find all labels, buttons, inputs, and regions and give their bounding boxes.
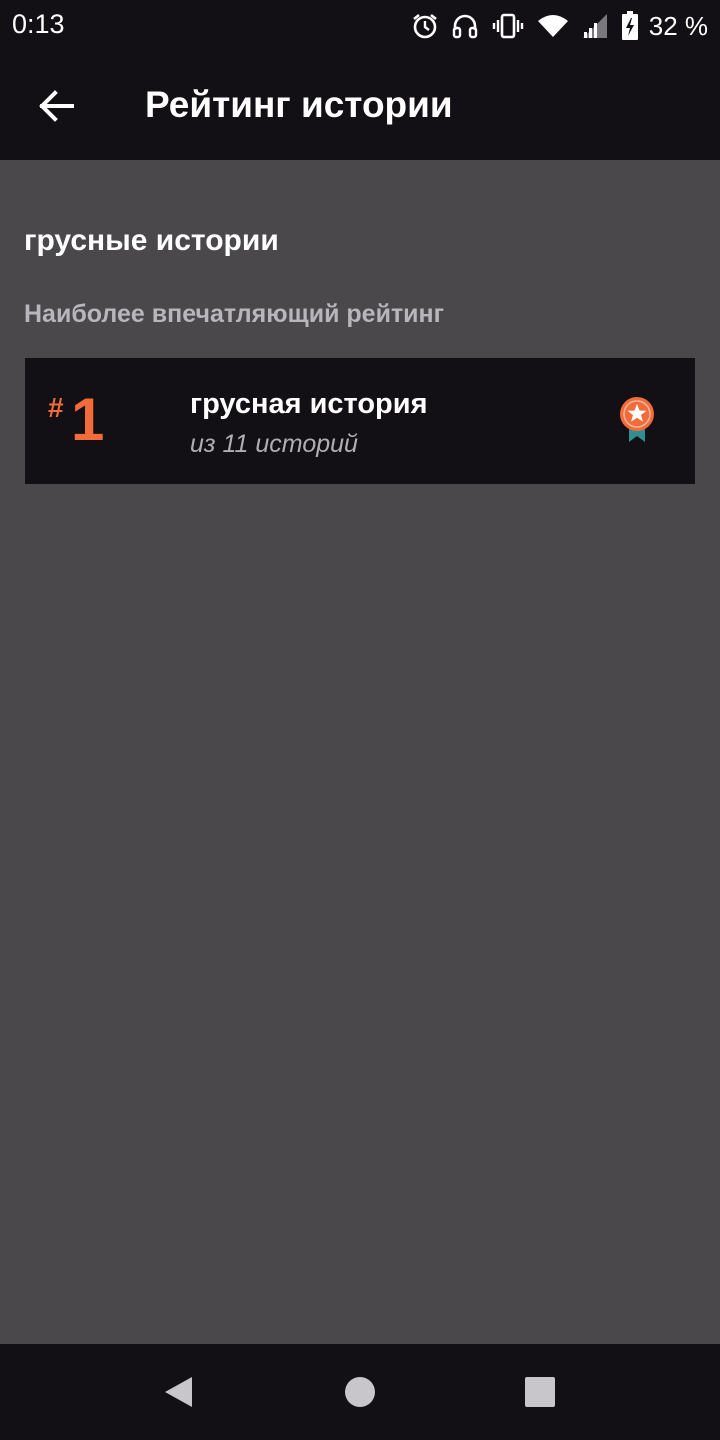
section-title: грусные истории — [24, 224, 279, 257]
award-ribbon-icon — [620, 397, 654, 442]
back-button[interactable] — [26, 78, 86, 134]
rank-list-item[interactable]: # 1 грусная история из 11 историй — [25, 358, 695, 484]
recents-square-icon — [525, 1377, 555, 1407]
status-bar: 0:13 32 % — [0, 0, 720, 52]
battery-charging-icon — [621, 11, 638, 40]
battery-percent: 32 % — [648, 10, 708, 41]
back-triangle-icon — [165, 1377, 192, 1407]
rank-hash: # — [48, 392, 64, 423]
story-name: грусная история — [190, 388, 428, 420]
alarm-icon — [412, 13, 437, 39]
wifi-icon — [537, 15, 568, 37]
navigation-bar — [0, 1344, 720, 1440]
status-icons: 32 % — [411, 8, 708, 44]
arrow-left-icon — [39, 90, 74, 122]
app-bar: Рейтинг истории — [0, 52, 720, 160]
story-count: из 11 историй — [190, 430, 358, 458]
nav-home-button[interactable] — [340, 1372, 380, 1412]
home-circle-icon — [345, 1377, 375, 1407]
vibrate-icon — [492, 13, 523, 39]
status-time: 0:13 — [12, 9, 65, 39]
rank-number: 1 — [71, 386, 105, 453]
nav-back-button[interactable] — [158, 1372, 198, 1412]
signal-icon — [582, 14, 607, 38]
section-subtitle: Наиболее впечатляющий рейтинг — [24, 300, 445, 328]
headphones-icon — [452, 14, 477, 39]
nav-recents-button[interactable] — [520, 1372, 560, 1412]
page-title: Рейтинг истории — [145, 84, 453, 125]
